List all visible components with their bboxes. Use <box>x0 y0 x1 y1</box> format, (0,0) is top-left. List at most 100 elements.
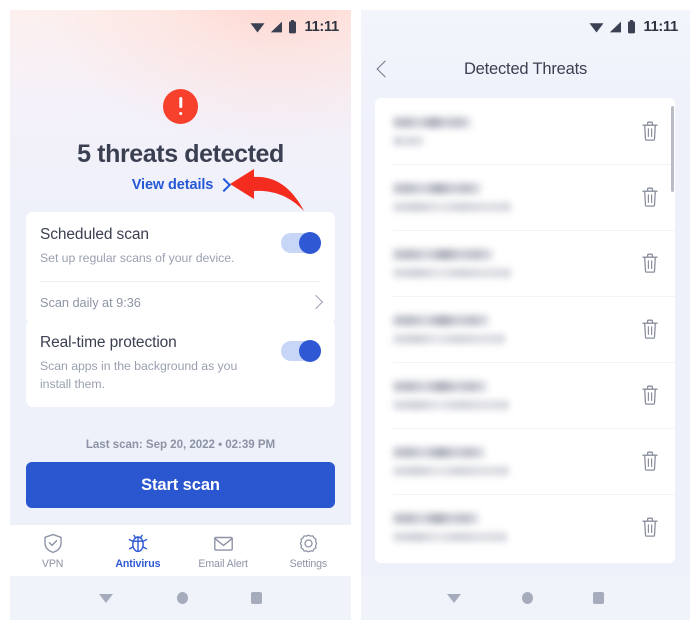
threat-hero-section: 5 threats detected View details <box>10 44 351 193</box>
threat-name-redacted <box>393 446 485 458</box>
status-bar-left: 11:11 <box>10 10 351 44</box>
tab-vpn[interactable]: VPN <box>10 533 95 570</box>
recents-square-icon[interactable] <box>592 592 604 604</box>
exclamation-circle-icon <box>163 89 198 124</box>
trash-icon[interactable] <box>641 516 659 538</box>
home-circle-icon[interactable] <box>521 592 533 604</box>
back-triangle-icon[interactable] <box>447 593 462 603</box>
threat-texts <box>393 314 641 344</box>
threat-name-redacted <box>393 116 471 128</box>
list-item[interactable] <box>375 296 675 362</box>
android-nav-bar-right <box>361 576 690 620</box>
wifi-icon <box>589 23 603 33</box>
scheduled-scan-title: Scheduled scan <box>40 226 149 243</box>
threat-name-redacted <box>393 380 487 392</box>
list-item[interactable] <box>375 362 675 428</box>
list-item[interactable] <box>375 494 675 560</box>
realtime-protection-subtitle: Scan apps in the background as you insta… <box>40 359 238 391</box>
back-triangle-icon[interactable] <box>99 593 114 603</box>
envelope-icon <box>213 536 233 551</box>
battery-icon <box>288 20 296 34</box>
scheduled-scan-card: Scheduled scan Set up regular scans of y… <box>26 212 335 324</box>
scheduled-scan-row: Scheduled scan Set up regular scans of y… <box>26 212 335 281</box>
scheduled-scan-texts: Scheduled scan Set up regular scans of y… <box>40 226 281 268</box>
tab-settings[interactable]: Settings <box>266 533 351 570</box>
shield-check-icon <box>43 533 62 553</box>
right-phone-screen: 11:11 Detected Threats <box>361 10 690 620</box>
start-scan-button[interactable]: Start scan <box>26 462 335 508</box>
threat-texts <box>393 380 641 410</box>
tab-email-alert[interactable]: Email Alert <box>181 533 266 570</box>
status-bar-right: 11:11 <box>361 10 690 44</box>
tab-antivirus[interactable]: Antivirus <box>95 533 180 570</box>
realtime-protection-row: Real-time protection Scan apps in the ba… <box>26 320 335 407</box>
threat-name-redacted <box>393 314 489 326</box>
realtime-protection-toggle[interactable] <box>281 340 321 362</box>
wifi-icon <box>250 23 264 33</box>
threat-detail-redacted <box>393 201 511 212</box>
threat-texts <box>393 182 641 212</box>
screenshot-root: 11:11 5 threats detected View details Sc… <box>0 0 700 630</box>
threat-texts <box>393 248 641 278</box>
signal-icon <box>270 21 282 33</box>
threat-texts <box>393 512 641 542</box>
chevron-right-icon <box>308 295 324 310</box>
battery-icon <box>627 20 635 34</box>
threat-name-redacted <box>393 248 493 260</box>
trash-icon[interactable] <box>641 186 659 208</box>
realtime-protection-texts: Real-time protection Scan apps in the ba… <box>40 334 281 394</box>
toggle-knob <box>299 232 321 254</box>
list-item[interactable] <box>375 98 675 164</box>
tab-label-antivirus: Antivirus <box>115 557 161 570</box>
scheduled-scan-toggle[interactable] <box>281 232 321 254</box>
threat-name-redacted <box>393 182 481 194</box>
panel-divider <box>351 0 361 630</box>
list-item[interactable] <box>375 164 675 230</box>
status-bar-time: 11:11 <box>304 18 340 35</box>
trash-icon[interactable] <box>641 252 659 274</box>
scheduled-scan-subtitle: Set up regular scans of your device. <box>40 251 235 265</box>
toggle-knob <box>299 340 321 362</box>
scan-schedule-row[interactable]: Scan daily at 9:36 <box>26 282 335 324</box>
home-circle-icon[interactable] <box>176 592 188 604</box>
back-button[interactable] <box>361 47 405 91</box>
page-title: 5 threats detected <box>77 140 284 168</box>
gear-icon <box>299 534 318 552</box>
threat-texts <box>393 446 641 476</box>
trash-icon[interactable] <box>641 384 659 406</box>
bug-icon <box>128 534 148 552</box>
detected-threats-list <box>375 98 675 563</box>
realtime-protection-card: Real-time protection Scan apps in the ba… <box>26 320 335 407</box>
recents-square-icon[interactable] <box>250 592 262 604</box>
threat-detail-redacted <box>393 267 511 278</box>
vertical-scrollbar[interactable] <box>671 106 674 192</box>
list-item[interactable] <box>375 230 675 296</box>
bottom-tab-bar: VPN Antivirus Email Alert Settings <box>10 524 351 577</box>
threat-detail-redacted <box>393 399 509 410</box>
trash-icon[interactable] <box>641 120 659 142</box>
tab-label-vpn: VPN <box>41 557 64 570</box>
trash-icon[interactable] <box>641 450 659 472</box>
list-item[interactable] <box>375 428 675 494</box>
chevron-right-icon <box>217 177 232 192</box>
trash-icon[interactable] <box>641 318 659 340</box>
signal-icon <box>609 21 621 33</box>
chevron-left-icon <box>376 60 394 78</box>
threat-name-redacted <box>393 512 479 524</box>
threat-detail-redacted <box>393 531 507 542</box>
android-nav-bar-left <box>10 576 351 620</box>
threat-detail-redacted <box>393 333 505 344</box>
tab-label-settings: Settings <box>289 557 328 570</box>
threat-detail-redacted <box>393 135 423 146</box>
app-header-title: Detected Threats <box>463 59 588 78</box>
tab-label-email-alert: Email Alert <box>198 557 248 570</box>
realtime-protection-title: Real-time protection <box>40 334 177 351</box>
scan-schedule-label: Scan daily at 9:36 <box>40 294 141 310</box>
threat-detail-redacted <box>393 465 509 476</box>
last-scan-timestamp: Last scan: Sep 20, 2022 • 02:39 PM <box>85 438 276 451</box>
view-details-label: View details <box>131 177 214 193</box>
left-phone-screen: 11:11 5 threats detected View details Sc… <box>10 10 351 620</box>
view-details-link[interactable]: View details <box>10 177 351 193</box>
threat-texts <box>393 116 641 146</box>
status-bar-time: 11:11 <box>643 18 679 35</box>
